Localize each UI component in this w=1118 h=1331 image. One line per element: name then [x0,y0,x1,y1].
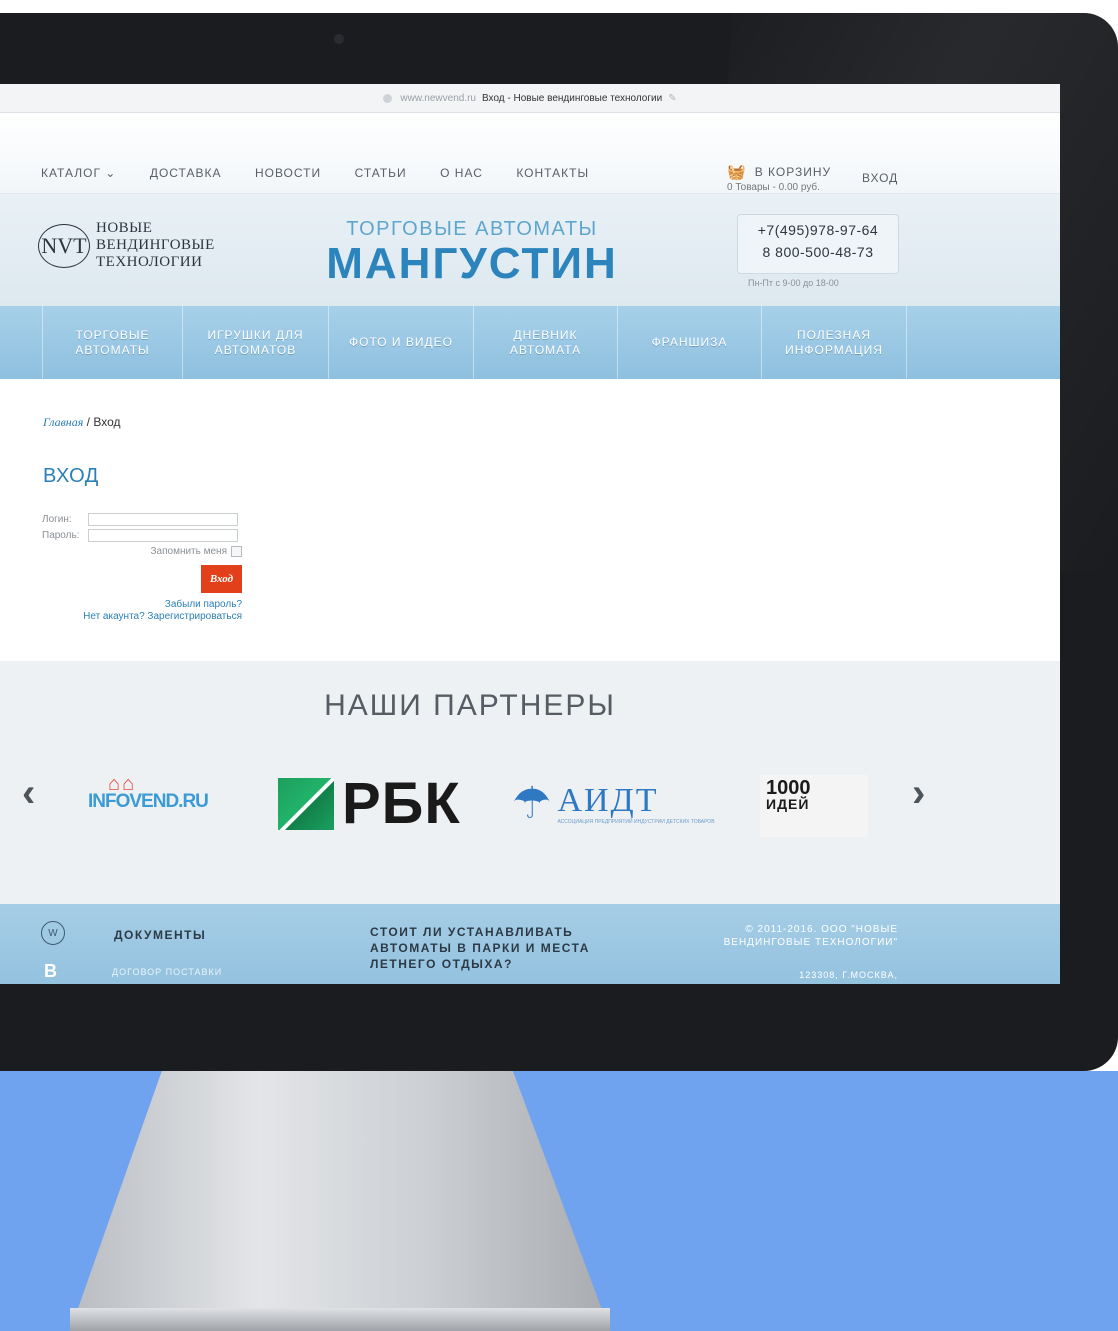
main-content: Главная / Вход ВХОД Логин: Пароль: Запом… [0,379,1060,661]
mainnav-item-diary[interactable]: ДНЕВНИК АВТОМАТА [474,306,618,379]
logo-line: ТЕХНОЛОГИИ [96,254,203,270]
nav-item-about[interactable]: О НАС [440,166,483,180]
partner-logo-1000-ideas[interactable]: 1000 ИДЕЙ [760,775,868,837]
camera-icon [334,34,344,44]
chevron-left-icon[interactable]: ‹ [22,771,35,816]
login-title: ВХОД [43,465,99,487]
mainnav-label: ДНЕВНИК [513,327,578,342]
login-input[interactable] [88,512,238,526]
pencil-icon[interactable]: ✎ [668,93,676,104]
url-domain[interactable]: www.newvend.ru [400,93,476,104]
mainnav-item-franchise[interactable]: ФРАНШИЗА [618,306,762,379]
basket-icon[interactable]: 🧺 [727,163,747,181]
monitor-stand-base [70,1308,610,1331]
top-navigation: КАТАЛОГ ⌄ ДОСТАВКА НОВОСТИ СТАТЬИ О НАС … [0,113,1060,194]
login-submit-button[interactable]: Вход [201,565,242,593]
footer-copyright: © 2011-2016. ООО "НОВЫЕ ВЕНДИНГОВЫЕ ТЕХН… [723,924,898,948]
nav-item-articles[interactable]: СТАТЬИ [355,166,407,180]
phone-box: +7(495)978-97-64 8 800-500-48-73 [737,214,899,274]
nav-item-contacts[interactable]: КОНТАКТЫ [516,166,589,180]
login-label: Логин: [42,513,72,525]
partner-logo-aidt[interactable]: ☂ АИДТ АССОЦИАЦИЯ ПРЕДПРИЯТИЙ ИНДУСТРИИ … [512,779,715,829]
mainnav-label: ФРАНШИЗА [651,335,728,349]
browser-bar: www.newvend.ru Вход - Новые вендинговые … [0,84,1060,113]
nav-item-catalog[interactable]: КАТАЛОГ ⌄ [41,166,116,180]
site-header: NVT НОВЫЕ ВЕНДИНГОВЫЕ ТЕХНОЛОГИИ ТОРГОВЫ… [0,194,1060,306]
remember-label: Запомнить меня [150,546,227,557]
cart-label[interactable]: В КОРЗИНУ [755,165,831,179]
aidt-name: АИДТ [557,782,659,819]
partner-logo-infovend[interactable]: INFOVEND.RU [88,791,209,813]
mainnav-label: АВТОМАТОВ [214,342,297,357]
mainnav-item-photo-video[interactable]: ФОТО И ВИДЕО [329,306,474,379]
partner-logo-rbk[interactable]: РБК [278,771,461,836]
footer-address: 123308, Г.МОСКВА, [799,970,898,980]
brand-title: ТОРГОВЫЕ АВТОМАТЫ МАНГУСТИН [322,218,622,287]
mainnav-label: ИНФОРМАЦИЯ [785,342,883,357]
partners-title: НАШИ ПАРТНЕРЫ [324,689,616,722]
phone-number[interactable]: +7(495)978-97-64 [738,219,898,241]
page-title-bar: Вход - Новые вендинговые технологии [482,92,663,104]
mainnav-label: ФОТО И ВИДЕО [349,335,453,349]
mainnav-label: АВТОМАТА [509,342,582,357]
remember-checkbox[interactable] [231,546,242,557]
register-link[interactable]: Нет акаунта? Зарегистрироваться [42,611,242,622]
mainnav-item-vending-machines[interactable]: ТОРГОВЫЕ АВТОМАТЫ [42,306,183,379]
aidt-description: АССОЦИАЦИЯ ПРЕДПРИЯТИЙ ИНДУСТРИИ ДЕТСКИХ… [557,819,715,825]
logo-line: ВЕНДИНГОВЫЕ [96,237,215,253]
footer-doc-link[interactable]: ДОГОВОР ПОСТАВКИ [112,967,222,977]
forgot-password-link[interactable]: Забыли пароль? [42,599,242,610]
logo-text: НОВЫЕ ВЕНДИНГОВЫЕ ТЕХНОЛОГИИ [96,220,215,271]
umbrella-family-icon: ☂ [512,779,552,828]
footer-documents-title: ДОКУМЕНТЫ [114,928,207,942]
breadcrumb-current: Вход [93,415,121,429]
login-form: Логин: Пароль: Запомнить меня Вход Забыл… [42,511,242,622]
social-icon[interactable]: W [41,921,65,945]
login-link[interactable]: ВХОД [862,171,898,185]
partners-section: НАШИ ПАРТНЕРЫ ‹ › ⌂⌂ INFOVEND.RU РБК ☂ А… [0,661,1060,904]
nav-item-news[interactable]: НОВОСТИ [255,166,321,180]
mainnav-item-useful-info[interactable]: ПОЛЕЗНАЯ ИНФОРМАЦИЯ [762,306,907,379]
cart-summary: 0 Товары - 0.00 руб. [727,182,820,193]
screen: www.newvend.ru Вход - Новые вендинговые … [0,84,1060,984]
rbk-text: РБК [342,771,461,836]
password-label: Пароль: [42,529,80,541]
brand-subtitle: ТОРГОВЫЕ АВТОМАТЫ [346,218,598,240]
nav-item-delivery[interactable]: ДОСТАВКА [150,166,222,180]
logo-mark: NVT [38,223,90,268]
phone-number[interactable]: 8 800-500-48-73 [738,241,898,263]
cart-widget[interactable]: 🧺 В КОРЗИНУ 0 Товары - 0.00 руб. [727,163,831,193]
lock-icon [383,93,393,103]
breadcrumb-separator: / [86,415,90,429]
site-logo[interactable]: NVT НОВЫЕ ВЕНДИНГОВЫЕ ТЕХНОЛОГИИ [38,220,215,271]
ideas-number: 1000 [766,777,811,799]
mainnav-label: АВТОМАТЫ [75,342,150,357]
site-footer: W В ДОКУМЕНТЫ ДОГОВОР ПОСТАВКИ СТОИТ ЛИ … [0,904,1060,984]
logo-line: НОВЫЕ [96,220,153,236]
working-hours: Пн-Пт с 9-00 до 18-00 [748,278,839,288]
breadcrumb-home[interactable]: Главная [43,415,83,429]
rbk-mark-icon [278,778,334,830]
brand-name: МАНГУСТИН [326,239,618,288]
main-navigation: ТОРГОВЫЕ АВТОМАТЫ ИГРУШКИ ДЛЯ АВТОМАТОВ ФО… [0,306,1060,379]
mainnav-item-toys[interactable]: ИГРУШКИ ДЛЯ АВТОМАТОВ [183,306,329,379]
mainnav-label: ТОРГОВЫЕ [75,327,150,342]
mainnav-label: ИГРУШКИ ДЛЯ [207,327,304,342]
footer-article-link[interactable]: СТОИТ ЛИ УСТАНАВЛИВАТЬ АВТОМАТЫ В ПАРКИ … [370,924,640,972]
chevron-right-icon[interactable]: › [912,771,925,816]
breadcrumb: Главная / Вход [43,415,121,430]
ideas-word: ИДЕЙ [766,796,810,812]
password-input[interactable] [88,528,238,542]
mainnav-label: ПОЛЕЗНАЯ [796,327,871,342]
vk-icon[interactable]: В [44,961,57,982]
